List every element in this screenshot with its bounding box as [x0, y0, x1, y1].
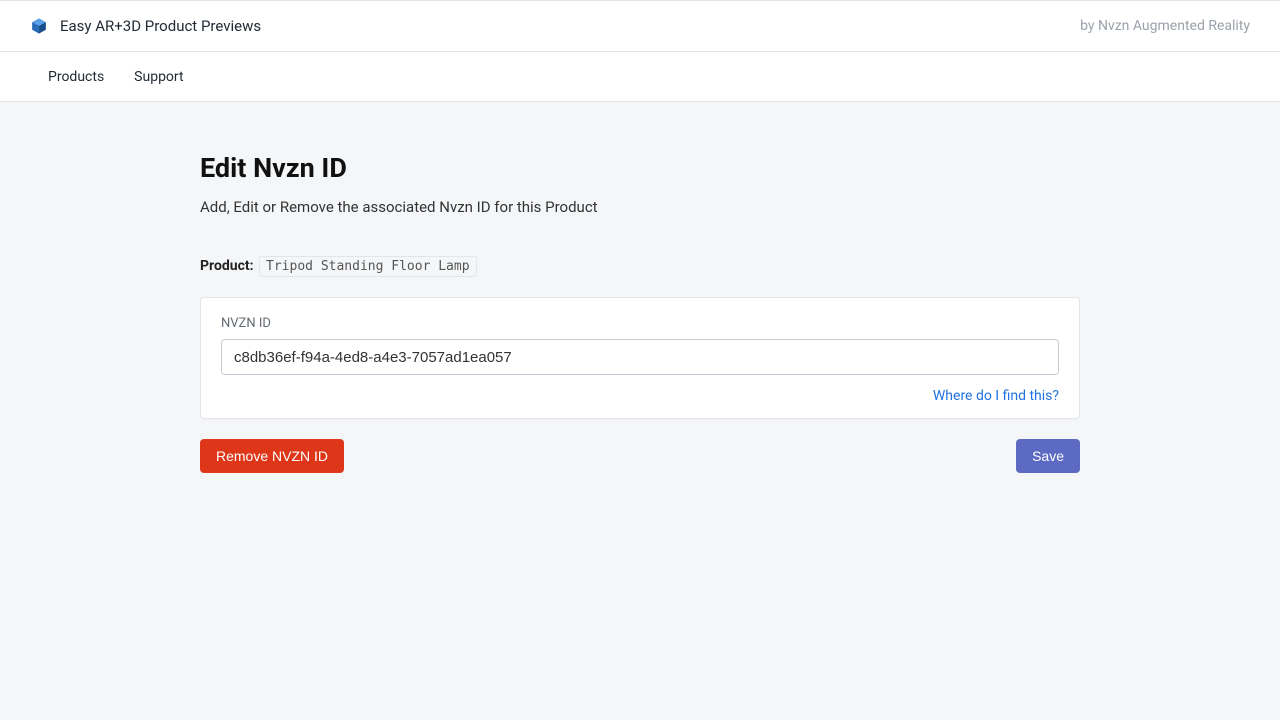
navbar: Products Support	[0, 52, 1280, 102]
app-title: Easy AR+3D Product Previews	[60, 17, 261, 35]
main-area: Edit Nvzn ID Add, Edit or Remove the ass…	[0, 102, 1280, 720]
product-name-tag: Tripod Standing Floor Lamp	[259, 256, 477, 277]
nvzn-id-input[interactable]	[221, 339, 1059, 375]
container: Edit Nvzn ID Add, Edit or Remove the ass…	[200, 152, 1080, 473]
topbar: Easy AR+3D Product Previews by Nvzn Augm…	[0, 0, 1280, 52]
topbar-left: Easy AR+3D Product Previews	[30, 17, 261, 35]
help-link-row: Where do I find this?	[221, 385, 1059, 404]
product-line: Product: Tripod Standing Floor Lamp	[200, 256, 1080, 277]
nvzn-id-card: NVZN ID Where do I find this?	[200, 297, 1080, 419]
help-link[interactable]: Where do I find this?	[933, 388, 1059, 404]
actions-row: Remove NVZN ID Save	[200, 439, 1080, 473]
page-title: Edit Nvzn ID	[200, 152, 1080, 184]
nav-support[interactable]: Support	[134, 69, 183, 85]
remove-button[interactable]: Remove NVZN ID	[200, 439, 344, 473]
app-byline: by Nvzn Augmented Reality	[1080, 18, 1250, 34]
cube-icon	[30, 17, 48, 35]
save-button[interactable]: Save	[1016, 439, 1080, 473]
product-label: Product:	[200, 258, 254, 274]
nvzn-id-label: NVZN ID	[221, 316, 1059, 331]
nav-products[interactable]: Products	[48, 69, 104, 85]
page-subtitle: Add, Edit or Remove the associated Nvzn …	[200, 198, 1080, 216]
